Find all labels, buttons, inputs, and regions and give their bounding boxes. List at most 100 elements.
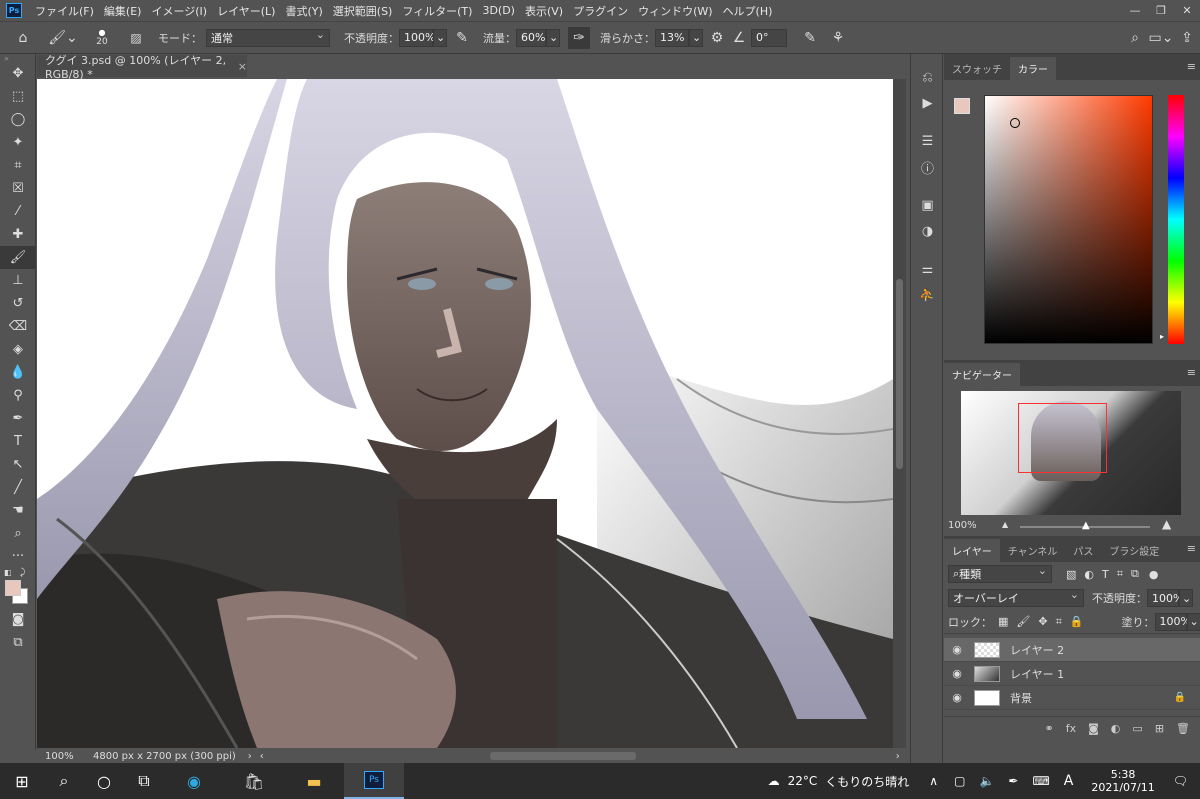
windows-start-icon[interactable]: ⊞ [0,763,44,799]
layer-filter-select[interactable]: ⌕ 種類 [948,564,1052,583]
eraser-tool-icon[interactable]: ⌫ [0,315,36,338]
vertical-scroll-thumb[interactable] [896,279,903,469]
file-explorer-icon[interactable]: ▬ [284,763,344,799]
fill-input[interactable]: 100% [1154,612,1191,631]
tab-navigator[interactable]: ナビゲーター [944,363,1020,386]
clock[interactable]: 5:38 2021/07/11 [1091,768,1154,794]
airbrush-icon[interactable]: ✑ [568,26,590,49]
color-picker-cursor[interactable] [1010,118,1020,128]
opacity-dropdown[interactable]: ⌄ [433,28,447,47]
tab-color[interactable]: カラー [1010,57,1056,80]
home-icon[interactable]: ⌂ [0,30,46,46]
screen-mode-icon[interactable]: ⧉ [0,631,36,654]
tab-brush-settings[interactable]: ブラシ設定 [1101,539,1167,562]
filter-smart-object-icon[interactable]: ⧉ [1131,567,1139,581]
pen-tool-icon[interactable]: ✒ [0,407,36,430]
foreground-color-swatch[interactable] [5,580,21,596]
layer-opacity-dropdown[interactable]: ⌄ [1179,589,1193,607]
brush-settings-icon[interactable]: ▨ [124,31,148,45]
menu-select[interactable]: 選択範囲(S) [328,3,398,19]
smoothing-input[interactable]: 13% [655,28,689,47]
show-hidden-icons[interactable]: ∧ [929,774,938,788]
default-colors-icon[interactable]: ◧ [4,568,12,577]
document-canvas[interactable] [37,79,893,748]
pressure-opacity-icon[interactable]: ✎ [447,30,477,46]
close-document-icon[interactable]: × [238,60,247,73]
layer-row-layer2[interactable]: ◉ レイヤー 2 [944,638,1200,662]
new-layer-icon[interactable]: ⊞ [1155,722,1164,735]
libraries-panel-icon[interactable]: ▣ [911,192,944,218]
filter-adjustment-icon[interactable]: ◐ [1084,568,1094,581]
horizontal-scroll-thumb[interactable] [489,752,636,760]
filter-pixel-icon[interactable]: ▧ [1066,568,1076,581]
tab-paths[interactable]: パス [1065,539,1101,562]
search-icon[interactable]: ⌕ [1122,30,1148,46]
menu-filter[interactable]: フィルター(T) [397,3,477,19]
marquee-tool-icon[interactable]: ⬚ [0,85,36,108]
layer-row-background[interactable]: ◉ 背景 🔒 [944,686,1200,710]
task-view-icon[interactable]: ⧉ [124,763,164,799]
filter-shape-icon[interactable]: ⌗ [1117,567,1123,581]
workspace-icon[interactable]: ▭⌄ [1148,30,1174,46]
healing-brush-tool-icon[interactable]: ✚ [0,223,36,246]
ime-indicator[interactable]: A [1064,773,1074,789]
filter-type-icon[interactable]: T [1102,568,1109,581]
zoom-out-icon[interactable]: ▲ [1002,520,1008,529]
menu-plugins[interactable]: プラグイン [568,3,633,19]
menu-view[interactable]: 表示(V) [520,3,568,19]
edge-browser-icon[interactable]: ◉ [164,763,224,799]
taskbar-search-icon[interactable]: ⌕ [44,763,84,799]
clone-stamp-tool-icon[interactable]: ⊥ [0,269,36,292]
move-tool-icon[interactable]: ✥ [0,62,36,85]
restore-icon[interactable]: ❐ [1148,0,1174,21]
weather-temp[interactable]: 22°C [788,774,818,788]
info-panel-icon[interactable]: ⓘ [911,154,944,180]
collapse-icon[interactable]: » [0,54,35,63]
blur-tool-icon[interactable]: 💧 [0,361,36,384]
add-mask-icon[interactable]: ◙ [1088,722,1099,735]
cortana-icon[interactable]: ○ [84,763,124,799]
zoom-tool-icon[interactable]: ⌕ [0,522,36,545]
opacity-input[interactable]: 100% [399,28,435,47]
swap-colors-icon[interactable]: ⤸ [20,568,25,578]
hue-slider-marker-icon[interactable]: ▸ [1160,332,1164,341]
status-zoom[interactable]: 100% [45,751,85,762]
menu-type[interactable]: 書式(Y) [280,3,327,19]
panel-foreground-swatch[interactable] [954,98,970,114]
link-layers-icon[interactable]: ⚭ [1045,722,1054,735]
line-tool-icon[interactable]: ╱ [0,476,36,499]
frame-tool-icon[interactable]: ☒ [0,177,36,200]
history-brush-tool-icon[interactable]: ↺ [0,292,36,315]
delete-layer-icon[interactable]: 🗑 [1176,722,1190,735]
visibility-eye-icon[interactable]: ◉ [944,643,970,656]
volume-muted-icon[interactable]: 🔈 [979,774,994,788]
angle-input[interactable]: 0° [751,28,787,47]
store-icon[interactable]: 🛍 [224,763,284,799]
actions-panel-icon[interactable]: ▶ [911,90,944,116]
close-icon[interactable]: ✕ [1174,0,1200,21]
layers-menu-icon[interactable]: ≡ [1187,542,1196,555]
navigator-view-box[interactable] [1018,403,1107,473]
menu-help[interactable]: ヘルプ(H) [718,3,778,19]
history-panel-icon[interactable]: ⎌ [911,64,944,90]
quick-mask-icon[interactable]: ◙ [0,608,36,631]
lock-position-icon[interactable]: ✥ [1038,615,1047,628]
layer-style-fx-icon[interactable]: fx [1066,722,1076,735]
navigator-menu-icon[interactable]: ≡ [1187,366,1196,379]
weather-cloud-icon[interactable]: ☁ [768,774,780,788]
touch-keyboard-icon[interactable]: ⌨ [1032,774,1049,788]
layer-row-layer1[interactable]: ◉ レイヤー 1 [944,662,1200,686]
notifications-icon[interactable]: 🗨 [1173,774,1188,788]
learn-panel-icon[interactable]: ⛹ [911,282,944,308]
menu-3d[interactable]: 3D(D) [477,4,520,17]
new-group-icon[interactable]: ▭ [1132,722,1142,735]
scroll-left-icon[interactable]: ‹ [260,751,264,762]
lasso-tool-icon[interactable]: ◯ [0,108,36,131]
flow-dropdown[interactable]: ⌄ [546,28,560,47]
tab-swatches[interactable]: スウォッチ [944,57,1010,80]
properties-panel-icon[interactable]: ⚌ [911,256,944,282]
lock-transparent-icon[interactable]: ▦ [998,615,1008,628]
lock-pixels-icon[interactable]: 🖌 [1016,615,1030,628]
document-tab[interactable]: クグイ 3.psd @ 100% (レイヤー 2, RGB/8) * × [37,54,247,81]
symmetry-butterfly-icon[interactable]: ⚘ [825,30,851,46]
